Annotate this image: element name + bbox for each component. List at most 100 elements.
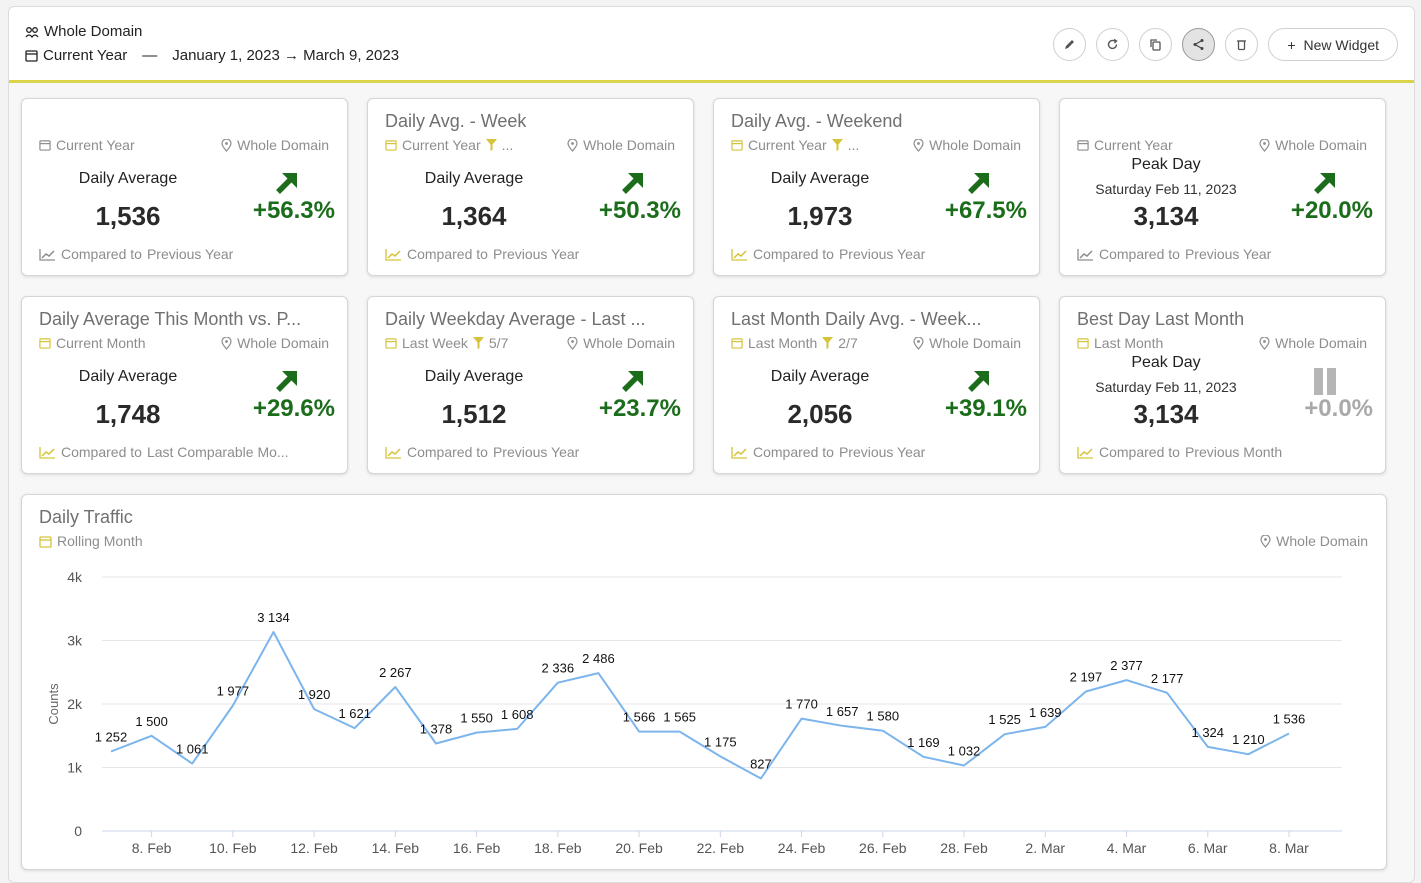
x-tick-label: 8. Feb [132, 840, 172, 856]
data-label: 1 252 [95, 729, 128, 744]
card-change: +56.3% [252, 197, 335, 224]
period-line: Current Year — January 1, 2023 → March 9… [25, 47, 399, 64]
filter-icon [822, 337, 834, 349]
card-compared: Compared to Previous Year [1077, 246, 1271, 262]
card-change: +23.7% [598, 395, 681, 422]
data-label: 827 [750, 756, 772, 771]
location-pin-icon [221, 336, 232, 350]
card-title: Daily Average This Month vs. P... [39, 309, 302, 329]
card-location: Whole Domain [913, 137, 1021, 153]
card-value: 3,134 [1133, 399, 1199, 429]
kpi-card[interactable]: Current Year Whole Domain Peak Day Saturday… [1059, 98, 1386, 276]
card-compared: Compared to Previous Year [39, 246, 233, 262]
y-tick-label: 0 [74, 823, 82, 839]
card-filter-label: 2/7 [838, 335, 858, 351]
card-value: 1,364 [441, 201, 507, 231]
card-compared-value: Previous Month [1184, 444, 1283, 460]
x-tick-label: 24. Feb [778, 840, 826, 856]
card-compared-label: Compared to [753, 444, 834, 460]
card-location: Whole Domain [567, 137, 675, 153]
card-title: Best Day Last Month [1077, 309, 1245, 329]
card-location-label: Whole Domain [929, 137, 1021, 153]
kpi-card[interactable]: Daily Average This Month vs. P... Current… [21, 296, 348, 474]
copy-button[interactable] [1139, 28, 1173, 61]
data-label: 1 977 [217, 683, 250, 698]
new-widget-label: New Widget [1303, 36, 1379, 53]
card-location: Whole Domain [1259, 137, 1367, 153]
share-button[interactable] [1182, 28, 1216, 61]
card-period-label: Last Month [748, 335, 818, 351]
header-actions: + New Widget [1053, 28, 1398, 61]
card-compared-value: Previous Year [838, 444, 926, 460]
card-compared-value: Previous Year [492, 246, 580, 262]
edit-button[interactable] [1053, 28, 1087, 61]
daily-traffic-widget[interactable]: Daily Traffic Rolling Month Whole Domain… [21, 494, 1387, 870]
kpi-card[interactable]: Current Year Whole Domain Daily Average 1,5… [21, 98, 348, 276]
data-label: 2 177 [1151, 671, 1184, 686]
domain-scope-icon [25, 26, 39, 38]
data-label: 1 324 [1191, 725, 1224, 740]
card-compared-label: Compared to [407, 444, 488, 460]
card-metric: Daily Average [424, 368, 524, 385]
location-pin-icon [1259, 138, 1270, 152]
trend-up-arrow-icon [622, 173, 643, 194]
card-location: Whole Domain [1259, 335, 1367, 351]
calendar-icon [731, 140, 743, 151]
card-metric: Peak Day [1131, 156, 1201, 173]
y-tick-label: 1k [67, 760, 83, 776]
y-tick-label: 4k [67, 569, 83, 585]
card-change: +67.5% [944, 197, 1027, 224]
trend-up-arrow-icon [968, 371, 989, 392]
filter-icon [831, 139, 843, 151]
y-tick-label: 2k [67, 696, 83, 712]
scope-line: Whole Domain [25, 23, 142, 40]
location-pin-icon [913, 336, 924, 350]
card-location-label: Whole Domain [583, 335, 675, 351]
card-compared-label: Compared to [753, 246, 834, 262]
card-period: Current Year... [731, 137, 859, 153]
card-metric: Daily Average [424, 170, 524, 187]
card-metric: Peak Day [1131, 354, 1201, 371]
copy-icon [1150, 39, 1161, 51]
card-period: Last Month 2/7 [731, 335, 858, 351]
card-value: 1,748 [95, 399, 161, 429]
card-filter-label: ... [501, 137, 514, 153]
data-label: 1 378 [420, 721, 453, 736]
card-compared: Compared to Last Comparable Mo... [39, 444, 289, 460]
card-location: Whole Domain [221, 335, 329, 351]
card-location-label: Whole Domain [1275, 137, 1367, 153]
card-period-label: Current Month [56, 335, 146, 351]
card-metric: Daily Average [78, 368, 178, 385]
pencil-icon [1065, 40, 1075, 49]
card-metric: Daily Average [770, 170, 870, 187]
header-scope: Whole Domain [44, 23, 143, 40]
data-label: 1 580 [867, 709, 900, 724]
calendar-icon [385, 338, 397, 349]
card-change: +50.3% [598, 197, 681, 224]
card-compared: Compared to Previous Year [731, 246, 925, 262]
filter-icon [485, 139, 497, 151]
data-label: 2 336 [542, 661, 575, 676]
delete-button[interactable] [1225, 28, 1259, 61]
card-value: 1,512 [441, 399, 507, 429]
card-period-label: Current Year [402, 137, 481, 153]
trend-chart-icon [39, 446, 55, 459]
kpi-card[interactable]: Daily Avg. - Week Current Year... Whole Do… [367, 98, 694, 276]
kpi-card[interactable]: Daily Weekday Average - Last ... Last Wee… [367, 296, 694, 474]
x-tick-label: 18. Feb [534, 840, 582, 856]
card-value: 2,056 [787, 399, 853, 429]
x-tick-label: 8. Mar [1269, 840, 1309, 856]
card-change: +20.0% [1290, 197, 1373, 224]
kpi-card[interactable]: Daily Avg. - Weekend Current Year... Whole… [713, 98, 1040, 276]
new-widget-button[interactable]: + New Widget [1268, 28, 1398, 61]
card-location: Whole Domain [913, 335, 1021, 351]
refresh-button[interactable] [1096, 28, 1130, 61]
card-compared-value: Previous Year [1184, 246, 1272, 262]
x-tick-label: 10. Feb [209, 840, 257, 856]
kpi-card[interactable]: Best Day Last Month Last Month Whole Domai… [1059, 296, 1386, 474]
x-tick-label: 16. Feb [453, 840, 501, 856]
share-icon [1193, 39, 1204, 50]
trend-chart-icon [731, 248, 747, 261]
kpi-card[interactable]: Last Month Daily Avg. - Week... Last Mont… [713, 296, 1040, 474]
card-location-label: Whole Domain [583, 137, 675, 153]
